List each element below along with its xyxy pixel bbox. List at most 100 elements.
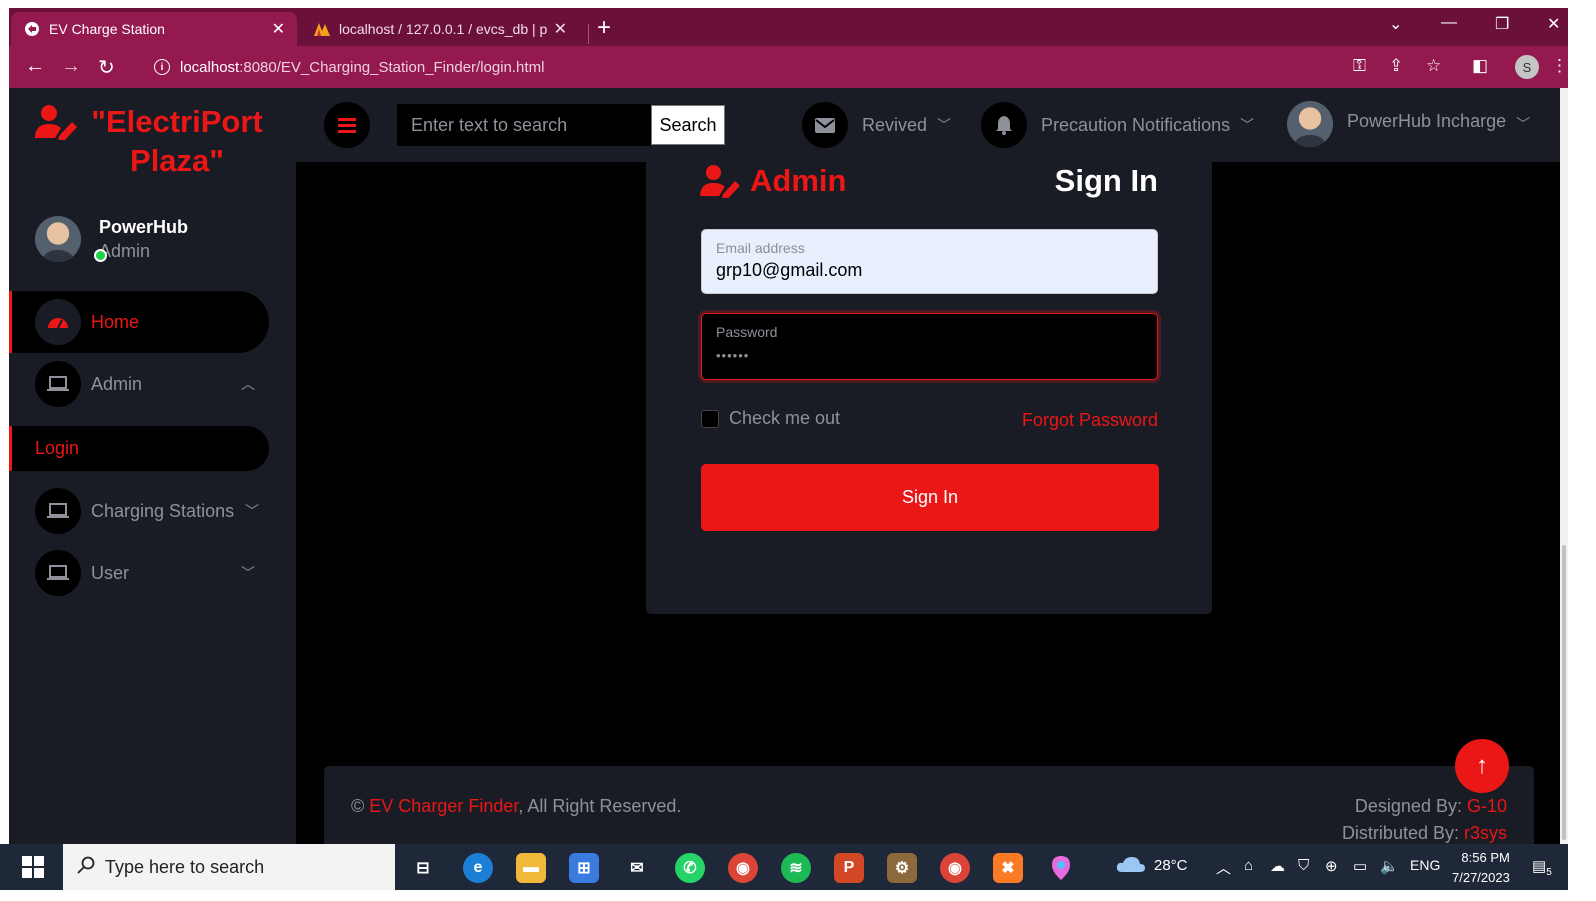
distributed-prefix: Distributed By: <box>1341 823 1464 843</box>
messages-dropdown[interactable]: Revived ﹀ <box>802 102 951 148</box>
user-name: PowerHub <box>99 216 189 237</box>
side-panel-icon[interactable]: ◧ <box>1472 56 1488 76</box>
avatar <box>1287 101 1333 147</box>
back-to-top-button[interactable]: ↑ <box>1455 739 1509 793</box>
language-indicator[interactable]: ENG <box>1410 857 1440 873</box>
browser-profile-avatar[interactable]: S <box>1515 55 1539 79</box>
profile-dropdown[interactable]: PowerHub Incharge ﹀ <box>1287 101 1530 147</box>
whatsapp-icon[interactable]: ✆ <box>675 853 705 883</box>
sidebar-item-login[interactable]: Login <box>9 426 269 471</box>
sidebar-item-user[interactable]: User ﹀ <box>9 542 269 604</box>
file-explorer-icon[interactable]: ▬ <box>516 853 546 883</box>
back-arrow-icon[interactable]: ← <box>25 55 45 78</box>
sign-in-button[interactable]: Sign In <box>701 464 1159 531</box>
sidebar-toggle-button[interactable] <box>324 102 370 148</box>
close-window-icon[interactable]: ✕ <box>1547 14 1560 34</box>
sidebar-item-label: Home <box>91 311 140 332</box>
chevron-down-icon: ﹀ <box>937 117 952 133</box>
sidebar-item-label: User <box>91 562 130 583</box>
arrow-up-icon: ↑ <box>1476 752 1488 779</box>
laptop-icon <box>35 361 81 407</box>
xampp-icon[interactable]: ✖ <box>993 853 1023 883</box>
clock-date: 7/27/2023 <box>1452 870 1510 885</box>
weather-temp[interactable]: 28°C <box>1154 857 1188 874</box>
admin-heading-text: Admin <box>750 163 847 198</box>
onedrive-icon[interactable]: ☁ <box>1270 857 1285 875</box>
search-button[interactable]: Search <box>651 105 725 145</box>
key-icon[interactable]: ⚿ <box>1353 56 1366 76</box>
globe-icon <box>23 20 41 38</box>
email-field[interactable]: Email address grp10@gmail.com <box>701 229 1158 294</box>
user-role: Admin <box>99 240 151 261</box>
brand[interactable]: "ElectriPort Plaza" <box>35 102 267 180</box>
chevron-up-icon[interactable]: ︿ <box>1216 857 1231 878</box>
tab-title: EV Charge Station <box>49 21 165 37</box>
admin-heading: Admin <box>700 163 846 199</box>
remember-checkbox[interactable] <box>701 409 719 428</box>
volume-icon[interactable]: 🔈 <box>1380 857 1399 875</box>
cloud-icon[interactable] <box>1116 855 1146 877</box>
laptop-icon <box>35 550 81 596</box>
share-icon[interactable]: ⇪ <box>1389 56 1403 76</box>
new-tab-button[interactable]: + <box>597 14 611 42</box>
scrollbar-thumb[interactable] <box>1562 545 1566 840</box>
user-edit-icon <box>700 164 740 198</box>
minimize-icon[interactable]: — <box>1441 14 1457 32</box>
sidebar-item-home[interactable]: Home <box>9 291 269 353</box>
messages-label: Revived <box>862 114 928 135</box>
spotify-icon[interactable]: ≋ <box>781 853 811 883</box>
reload-icon[interactable]: ↻ <box>98 55 115 80</box>
maps-pin-icon[interactable] <box>1046 853 1076 883</box>
sidebar-item-label: Login <box>35 438 80 458</box>
taskbar-search-field[interactable]: Type here to search <box>63 844 395 890</box>
close-tab-icon[interactable]: ✕ <box>272 19 285 39</box>
settings-gear-icon[interactable]: ⚙ <box>887 853 917 883</box>
close-tab-icon[interactable]: ✕ <box>554 19 567 39</box>
notifications-dropdown[interactable]: Precaution Notifications ﹀ <box>981 102 1254 148</box>
network-globe-icon[interactable]: ⊕ <box>1325 857 1338 875</box>
site-info-icon[interactable]: i <box>154 59 170 75</box>
clock[interactable]: 8:56 PM 7/27/2023 <box>1452 848 1510 888</box>
email-value[interactable]: grp10@gmail.com <box>716 260 1143 281</box>
restore-icon[interactable]: ❐ <box>1495 14 1509 34</box>
tab-ev-charge-station[interactable]: EV Charge Station ✕ <box>11 12 297 46</box>
notifications-label: Precaution Notifications <box>1041 114 1231 135</box>
designer-link[interactable]: G-10 <box>1467 796 1507 816</box>
distributor-link[interactable]: r3sys <box>1464 823 1507 843</box>
edge-icon[interactable]: e <box>463 853 493 883</box>
bell-icon <box>981 102 1027 148</box>
meet-icon[interactable]: ⌂ <box>1244 857 1253 874</box>
chrome-icon[interactable]: ◉ <box>728 853 758 883</box>
password-field[interactable]: Password •••••• <box>701 313 1158 380</box>
login-card: Admin Sign In Email address grp10@gmail.… <box>646 162 1212 614</box>
chevron-down-icon: ﹀ <box>245 503 259 519</box>
windows-start-icon[interactable] <box>22 856 44 883</box>
email-label: Email address <box>716 240 805 256</box>
star-icon[interactable]: ☆ <box>1426 56 1441 76</box>
site-name-link[interactable]: EV Charger Finder <box>369 796 518 816</box>
microsoft-store-icon[interactable]: ⊞ <box>569 853 599 883</box>
forgot-password-link[interactable]: Forgot Password <box>1022 410 1158 431</box>
taskbar-search-placeholder: Type here to search <box>105 856 265 877</box>
mail-icon[interactable]: ✉ <box>622 853 652 883</box>
menu-kebab-icon[interactable]: ⋮ <box>1551 56 1568 76</box>
tab-phpmyadmin[interactable]: localhost / 127.0.0.1 / evcs_db | p ✕ <box>301 12 579 46</box>
sidebar-item-admin[interactable]: Admin ︿ <box>9 353 269 415</box>
sidebar-item-charging-stations[interactable]: Charging Stations ﹀ <box>9 480 269 542</box>
envelope-icon <box>802 102 848 148</box>
search-input[interactable] <box>397 104 651 146</box>
left-edge <box>0 0 9 844</box>
powerpoint-icon[interactable]: P <box>834 853 864 883</box>
security-icon[interactable]: ⛉ <box>1298 857 1309 874</box>
task-view-icon[interactable]: ⊟ <box>408 853 438 883</box>
battery-icon[interactable]: ▭ <box>1353 857 1367 875</box>
browser-tab-bar: EV Charge Station ✕ localhost / 127.0.0.… <box>9 8 1596 46</box>
remember-label: Check me out <box>729 408 841 428</box>
url-field[interactable]: i localhost:8080/EV_Charging_Station_Fin… <box>144 53 1334 81</box>
tab-search-chevron-icon[interactable]: ⌄ <box>1389 14 1402 34</box>
password-value[interactable]: •••••• <box>716 348 1143 363</box>
notification-center-icon[interactable]: ▤5 <box>1532 857 1552 878</box>
chrome-profile-icon[interactable]: ◉ <box>940 853 970 883</box>
sidebar-item-label: Admin <box>91 373 143 394</box>
forward-arrow-icon[interactable]: → <box>61 55 81 78</box>
